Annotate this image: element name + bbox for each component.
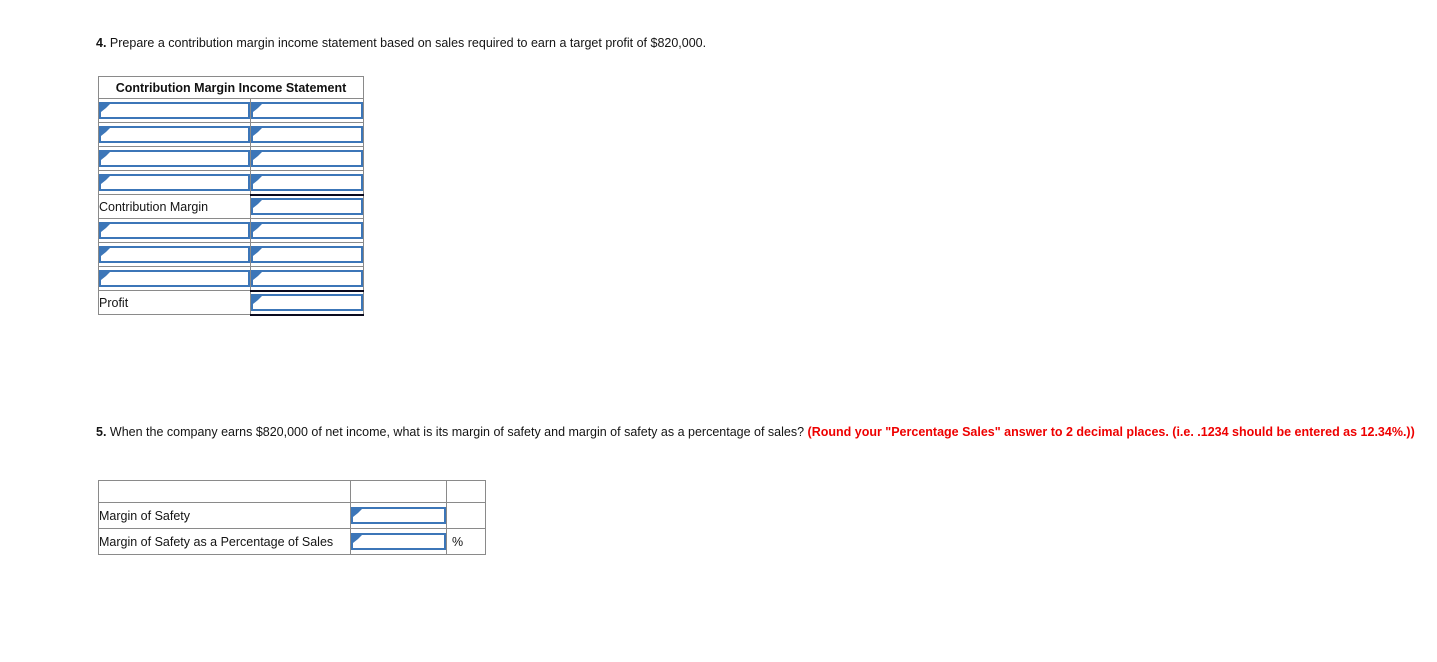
table-row-profit: Profit xyxy=(98,289,364,316)
margin-of-safety-input-box[interactable] xyxy=(351,507,446,525)
row-2-label-input[interactable] xyxy=(101,130,248,144)
row-3-label-input[interactable] xyxy=(101,154,248,168)
table-row xyxy=(98,218,364,243)
question-5-number: 5. xyxy=(96,425,107,439)
row-1-label-input-box[interactable] xyxy=(99,102,250,120)
row-1-value-cell[interactable] xyxy=(250,98,364,123)
row-7-value-input-box[interactable] xyxy=(251,246,363,264)
row-1-value-input[interactable] xyxy=(253,106,361,120)
row-3-label-input-box[interactable] xyxy=(99,150,250,168)
row-4-label-input-box[interactable] xyxy=(99,174,250,192)
row-6-label-input[interactable] xyxy=(101,226,248,240)
contribution-margin-table-body: Contribution Margin Income Statement Con… xyxy=(98,76,364,316)
contribution-margin-table-title: Contribution Margin Income Statement xyxy=(98,76,364,99)
row-1-label-cell[interactable] xyxy=(98,98,251,123)
row-8-value-input-box[interactable] xyxy=(251,269,363,288)
row-6-label-cell[interactable] xyxy=(98,218,251,243)
row-8-value-input[interactable] xyxy=(253,274,361,288)
question-4-text: Prepare a contribution margin income sta… xyxy=(106,36,707,50)
row-8-label-input-box[interactable] xyxy=(99,270,250,288)
contribution-margin-value-input-box[interactable] xyxy=(251,198,363,216)
contribution-margin-income-statement-table: Contribution Margin Income Statement Con… xyxy=(98,76,364,316)
row-4-label-cell[interactable] xyxy=(98,170,251,195)
row-2-label-cell[interactable] xyxy=(98,122,251,147)
table-row-contribution-margin: Contribution Margin xyxy=(98,193,364,219)
row-4-value-input-box[interactable] xyxy=(251,173,363,192)
row-2-value-input-box[interactable] xyxy=(251,126,363,144)
table-header-row xyxy=(98,480,486,503)
question-5-text: When the company earns $820,000 of net i… xyxy=(106,425,808,439)
profit-value-input-box[interactable] xyxy=(251,294,363,312)
row-4-value-input[interactable] xyxy=(253,178,361,192)
percent-sign-suffix: % xyxy=(446,528,486,555)
row-6-value-input-box[interactable] xyxy=(251,222,363,240)
row-7-value-input[interactable] xyxy=(253,250,361,264)
profit-label: Profit xyxy=(98,290,251,315)
table-row xyxy=(98,146,364,171)
table-row xyxy=(98,98,364,123)
contribution-margin-value-cell[interactable] xyxy=(250,193,364,219)
row-3-value-input-box[interactable] xyxy=(251,150,363,168)
row-4-value-cell[interactable] xyxy=(250,170,364,195)
question-5-rounding-note: (Round your "Percentage Sales" answer to… xyxy=(807,425,1415,439)
margin-of-safety-percentage-label: Margin of Safety as a Percentage of Sale… xyxy=(98,528,351,555)
row-6-value-cell[interactable] xyxy=(250,218,364,243)
contribution-margin-value-input[interactable] xyxy=(253,202,361,216)
row-8-label-cell[interactable] xyxy=(98,266,251,291)
profit-value-input[interactable] xyxy=(253,298,361,312)
margin-of-safety-value-cell[interactable] xyxy=(350,502,447,529)
row-6-label-input-box[interactable] xyxy=(99,222,250,240)
margin-of-safety-percentage-input[interactable] xyxy=(353,537,444,551)
row-1-label-input[interactable] xyxy=(101,106,248,120)
table-row xyxy=(98,170,364,195)
margin-of-safety-percentage-input-box[interactable] xyxy=(351,533,446,551)
question-4-prompt: 4. Prepare a contribution margin income … xyxy=(96,36,1416,51)
row-3-label-cell[interactable] xyxy=(98,146,251,171)
row-7-value-cell[interactable] xyxy=(250,242,364,267)
table-row-margin-of-safety: Margin of Safety xyxy=(98,502,486,529)
margin-of-safety-percentage-value-cell[interactable] xyxy=(350,528,447,555)
row-3-value-input[interactable] xyxy=(253,154,361,168)
row-7-label-cell[interactable] xyxy=(98,242,251,267)
row-3-value-cell[interactable] xyxy=(250,146,364,171)
row-2-label-input-box[interactable] xyxy=(99,126,250,144)
row-2-value-input[interactable] xyxy=(253,130,361,144)
table-row xyxy=(98,122,364,147)
row-4-label-input[interactable] xyxy=(101,178,248,192)
row-2-value-cell[interactable] xyxy=(250,122,364,147)
margin-of-safety-suffix xyxy=(446,502,486,529)
row-6-value-input[interactable] xyxy=(253,226,361,240)
margin-of-safety-table-body: Margin of Safety Margin of Safety as a P… xyxy=(98,480,486,555)
margin-of-safety-table: Margin of Safety Margin of Safety as a P… xyxy=(98,480,486,555)
row-7-label-input[interactable] xyxy=(101,250,248,264)
row-8-label-input[interactable] xyxy=(101,274,248,288)
table-row xyxy=(98,242,364,267)
mos-header-cell-1 xyxy=(98,480,351,503)
row-7-label-input-box[interactable] xyxy=(99,246,250,264)
table-header-row: Contribution Margin Income Statement xyxy=(98,76,364,99)
contribution-margin-label: Contribution Margin xyxy=(98,194,251,219)
table-row xyxy=(98,266,364,291)
row-1-value-input-box[interactable] xyxy=(251,102,363,120)
table-row-margin-of-safety-percentage: Margin of Safety as a Percentage of Sale… xyxy=(98,528,486,555)
row-8-value-cell[interactable] xyxy=(250,266,364,291)
margin-of-safety-label: Margin of Safety xyxy=(98,502,351,529)
profit-value-cell[interactable] xyxy=(250,289,364,316)
margin-of-safety-input[interactable] xyxy=(353,511,444,525)
question-5-prompt: 5. When the company earns $820,000 of ne… xyxy=(96,425,1421,440)
mos-header-cell-3 xyxy=(446,480,486,503)
mos-header-cell-2 xyxy=(350,480,447,503)
question-4-number: 4. xyxy=(96,36,107,50)
